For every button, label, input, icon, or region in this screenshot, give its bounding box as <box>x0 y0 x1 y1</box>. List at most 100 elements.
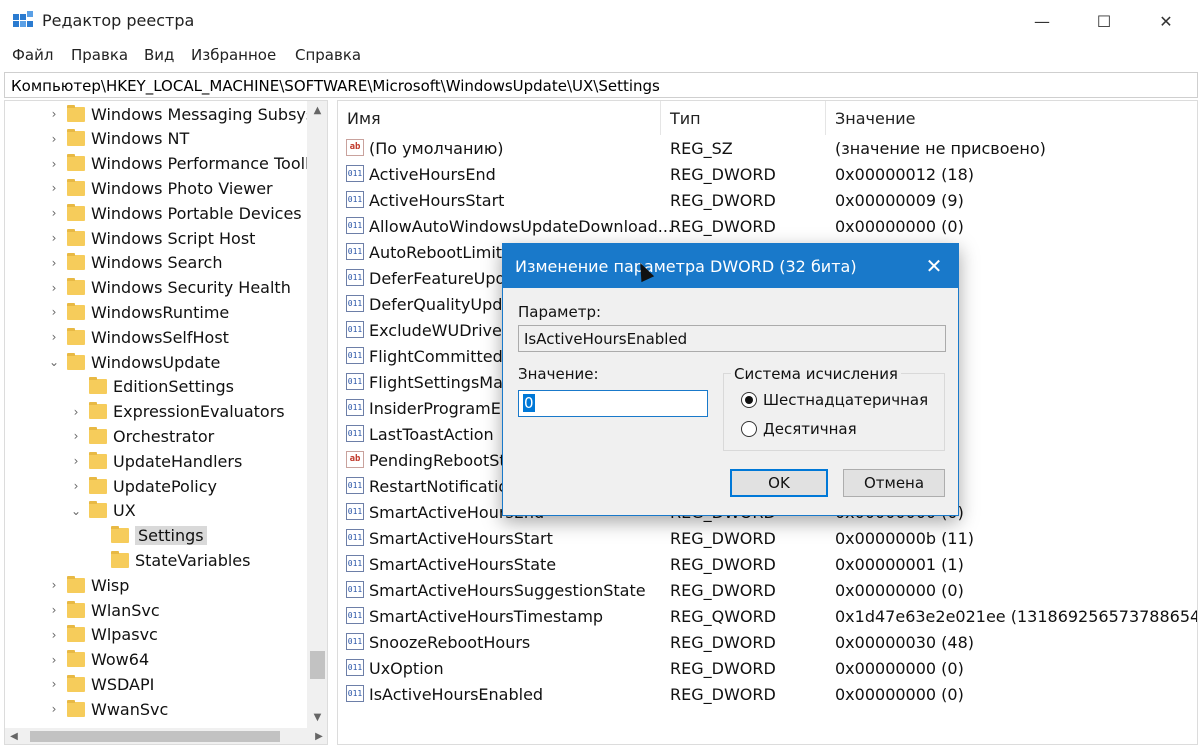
value-name: ExcludeWUDriversI <box>369 321 522 340</box>
tree-item[interactable]: › Windows Security Health <box>47 276 291 300</box>
value-type: REG_DWORD <box>670 659 776 678</box>
menu-help[interactable]: Справка <box>295 46 361 64</box>
cancel-button[interactable]: Отмена <box>843 469 945 497</box>
scroll-right-icon[interactable]: ▶ <box>310 728 327 744</box>
chevron-right-icon[interactable]: › <box>47 281 61 295</box>
chevron-right-icon[interactable]: › <box>47 181 61 195</box>
tree-item[interactable]: › WindowsSelfHost <box>47 325 229 349</box>
menu-favorites[interactable]: Избранное <box>191 46 276 64</box>
chevron-right-icon[interactable]: › <box>47 330 61 344</box>
tree-horizontal-scrollbar[interactable]: ◀ ▶ <box>5 728 327 744</box>
tree-item[interactable]: › ExpressionEvaluators <box>69 400 285 424</box>
tree-item[interactable]: › WSDAPI <box>47 672 154 696</box>
hscroll-thumb[interactable] <box>30 731 280 742</box>
tree-item-label: Windows Script Host <box>91 228 256 248</box>
tree-item[interactable]: Settings <box>91 524 207 548</box>
table-row[interactable]: 011 UxOption REG_DWORD 0x00000000 (0) <box>338 655 1197 681</box>
table-row[interactable]: 011 SnoozeRebootHours REG_DWORD 0x00000030 … <box>338 629 1197 655</box>
tree-item[interactable]: › Wlpasvc <box>47 623 158 647</box>
radio-hex[interactable]: Шестнадцатеричная <box>741 391 928 409</box>
tree-item[interactable]: › Windows Photo Viewer <box>47 176 273 200</box>
menu-file[interactable]: Файл <box>12 46 53 64</box>
key-tree[interactable]: › Windows Messaging Subsyste › Windows NT › W… <box>4 100 328 745</box>
scroll-left-icon[interactable]: ◀ <box>5 728 23 744</box>
tree-item[interactable]: › Windows NT <box>47 127 189 151</box>
chevron-right-icon[interactable]: › <box>47 305 61 319</box>
chevron-right-icon[interactable]: › <box>47 702 61 716</box>
table-row[interactable]: 011 SmartActiveHoursState REG_DWORD 0x00000… <box>338 551 1197 577</box>
value-type: REG_DWORD <box>670 555 776 574</box>
chevron-down-icon[interactable]: ⌄ <box>47 355 61 369</box>
table-row[interactable]: ab (По умолчанию) REG_SZ (значение не присв… <box>338 135 1197 161</box>
chevron-right-icon[interactable]: › <box>47 206 61 220</box>
tree-item[interactable]: › WindowsRuntime <box>47 300 229 324</box>
tree-vertical-scrollbar[interactable]: ▲ ▼ <box>307 101 327 728</box>
table-row[interactable]: 011 SmartActiveHoursTimestamp REG_QWORD 0x1… <box>338 603 1197 629</box>
tree-item[interactable]: › Wisp <box>47 573 129 597</box>
scroll-up-icon[interactable]: ▲ <box>307 101 327 121</box>
ok-button[interactable]: OK <box>730 469 828 497</box>
chevron-right-icon[interactable]: › <box>47 653 61 667</box>
binary-value-icon: 011 <box>346 529 364 546</box>
folder-icon <box>67 129 85 147</box>
folder-icon <box>89 402 107 420</box>
column-separator[interactable] <box>660 101 661 135</box>
tree-item[interactable]: › Windows Search <box>47 251 222 275</box>
chevron-right-icon[interactable]: › <box>47 578 61 592</box>
value-name: DeferFeatureUpdat <box>369 269 522 288</box>
table-row[interactable]: 011 SmartActiveHoursSuggestionState REG_DW… <box>338 577 1197 603</box>
table-row[interactable]: 011 ActiveHoursStart REG_DWORD 0x00000009 (… <box>338 187 1197 213</box>
tree-item[interactable]: › Orchestrator <box>69 424 214 448</box>
tree-item[interactable]: › Windows Messaging Subsyste <box>47 102 327 126</box>
tree-item[interactable]: › WwanSvc <box>47 697 168 721</box>
chevron-right-icon[interactable]: › <box>47 603 61 617</box>
tree-item[interactable]: ⌄ UX <box>69 499 136 523</box>
value-data: 0x00000000 (0) <box>835 217 964 236</box>
address-bar[interactable]: Компьютер\HKEY_LOCAL_MACHINE\SOFTWARE\Mi… <box>4 72 1198 98</box>
folder-icon <box>89 451 107 469</box>
table-row[interactable]: 011 IsActiveHoursEnabled REG_DWORD 0x000000… <box>338 681 1197 707</box>
close-button[interactable]: ✕ <box>1136 4 1196 38</box>
tree-item[interactable]: › Windows Portable Devices <box>47 201 302 225</box>
scroll-down-icon[interactable]: ▼ <box>307 708 327 728</box>
chevron-right-icon[interactable]: › <box>47 132 61 146</box>
chevron-right-icon[interactable]: › <box>47 231 61 245</box>
binary-value-icon: 011 <box>346 477 364 494</box>
table-row[interactable]: 011 SmartActiveHoursStart REG_DWORD 0x00000… <box>338 525 1197 551</box>
table-row[interactable]: 011 ActiveHoursEnd REG_DWORD 0x00000012 (18… <box>338 161 1197 187</box>
column-header-name[interactable]: Имя <box>347 109 381 128</box>
tree-item[interactable]: › UpdatePolicy <box>69 474 217 498</box>
radio-dec[interactable]: Десятичная <box>741 420 857 438</box>
chevron-down-icon[interactable]: ⌄ <box>69 504 83 518</box>
maximize-button[interactable]: ☐ <box>1074 4 1134 38</box>
menu-view[interactable]: Вид <box>144 46 174 64</box>
chevron-right-icon[interactable]: › <box>47 677 61 691</box>
tree-item[interactable]: › UpdateHandlers <box>69 449 242 473</box>
chevron-right-icon[interactable]: › <box>69 454 83 468</box>
menu-edit[interactable]: Правка <box>71 46 128 64</box>
chevron-right-icon[interactable]: › <box>47 256 61 270</box>
chevron-right-icon[interactable]: › <box>47 107 61 121</box>
chevron-right-icon[interactable]: › <box>69 429 83 443</box>
folder-icon <box>67 699 85 717</box>
tree-item[interactable]: ⌄ WindowsUpdate <box>47 350 220 374</box>
tree-item[interactable]: EditionSettings <box>69 375 234 399</box>
column-separator[interactable] <box>825 101 826 135</box>
tree-item-label: Settings <box>135 526 207 546</box>
chevron-right-icon[interactable]: › <box>69 405 83 419</box>
value-input[interactable]: 0 <box>518 390 708 417</box>
chevron-right-icon[interactable]: › <box>47 157 61 171</box>
dialog-close-icon[interactable]: ✕ <box>921 253 947 279</box>
tree-item[interactable]: StateVariables <box>91 548 250 572</box>
tree-item[interactable]: › WlanSvc <box>47 598 160 622</box>
chevron-right-icon[interactable]: › <box>47 628 61 642</box>
tree-item[interactable]: › Wow64 <box>47 648 149 672</box>
tree-item[interactable]: › Windows Performance Toolki <box>47 152 319 176</box>
chevron-right-icon[interactable]: › <box>69 479 83 493</box>
column-header-type[interactable]: Тип <box>670 109 701 128</box>
minimize-button[interactable]: — <box>1012 4 1072 38</box>
column-header-value[interactable]: Значение <box>835 109 916 128</box>
table-row[interactable]: 011 AllowAutoWindowsUpdateDownload... REG_… <box>338 213 1197 239</box>
scroll-thumb[interactable] <box>310 651 325 679</box>
tree-item[interactable]: › Windows Script Host <box>47 226 255 250</box>
